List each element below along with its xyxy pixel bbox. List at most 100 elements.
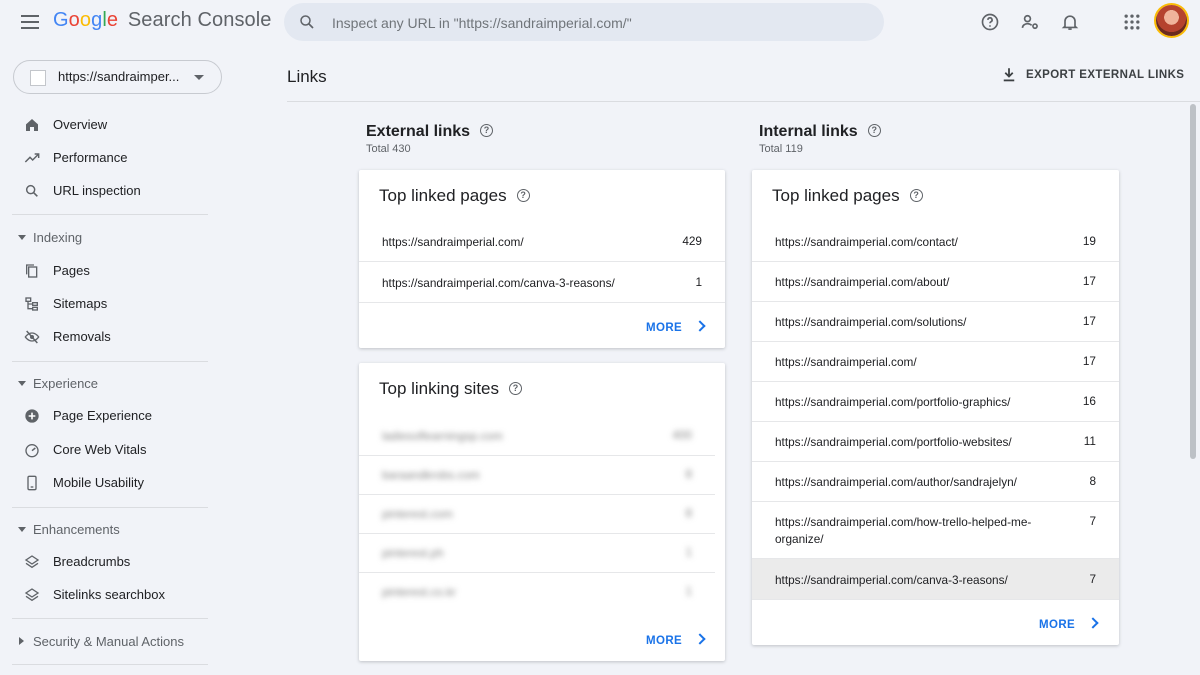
help-icon[interactable]: ?: [909, 189, 923, 203]
property-url: https://sandraimper...: [58, 69, 180, 84]
sidebar-section-experience[interactable]: Experience: [12, 372, 208, 396]
more-button[interactable]: MORE: [1039, 615, 1099, 633]
property-selector[interactable]: https://sandraimper...: [13, 60, 222, 94]
eye-off-icon: [24, 330, 40, 344]
sidebar-section-enhancements[interactable]: Enhancements: [12, 518, 208, 542]
table-row[interactable]: https://sandraimperial.com/how-trello-he…: [752, 501, 1119, 559]
sidebar-divider: [12, 507, 208, 508]
account-avatar[interactable]: [1156, 5, 1187, 36]
site-favicon: [30, 70, 46, 86]
expand-arrow-icon: [19, 637, 24, 645]
row-value: 17: [1082, 274, 1096, 288]
row-url: https://sandraimperial.com/portfolio-web…: [775, 435, 1012, 449]
table-row[interactable]: baraandkrobs.com 8: [359, 454, 715, 495]
apps-grid-icon[interactable]: [1122, 12, 1142, 32]
chevron-right-icon: [694, 320, 706, 332]
row-url: https://sandraimperial.com/: [382, 235, 524, 249]
row-value: 19: [1082, 234, 1096, 248]
row-value: 1: [685, 545, 692, 559]
table-row[interactable]: https://sandraimperial.com/ 429: [359, 221, 725, 262]
table-row[interactable]: https://sandraimperial.com/ 17: [752, 341, 1119, 382]
gauge-icon: [25, 444, 39, 458]
heading-text: Internal links: [759, 123, 858, 140]
internal-links-heading: Internal links?: [759, 123, 881, 141]
table-row[interactable]: pinterest.co.kr 1: [359, 571, 715, 611]
url-inspect-search[interactable]: [284, 3, 884, 43]
sidebar-item-core-web-vitals[interactable]: Core Web Vitals: [12, 435, 208, 465]
internal-links-total: Total 119: [759, 143, 803, 155]
help-icon[interactable]: ?: [867, 124, 881, 138]
help-icon[interactable]: [980, 12, 1000, 32]
sidebar-item-label: Sitemaps: [53, 296, 108, 311]
table-row[interactable]: https://sandraimperial.com/contact/ 19: [752, 221, 1119, 262]
sidebar-item-label: Performance: [53, 150, 128, 165]
sidebar-item-label: Breadcrumbs: [53, 554, 131, 569]
more-button[interactable]: MORE: [646, 318, 706, 336]
card-title-text: Top linked pages: [772, 186, 900, 205]
table-row[interactable]: https://sandraimperial.com/author/sandra…: [752, 461, 1119, 502]
card-title: Top linked pages?: [772, 186, 923, 206]
sitemap-icon: [25, 297, 38, 311]
sidebar-divider: [12, 618, 208, 619]
home-icon: [26, 119, 38, 131]
sidebar-item-label: Pages: [53, 263, 90, 278]
internal-top-linked-pages-card: Top linked pages? https://sandraimperial…: [752, 170, 1119, 645]
sidebar-item-label: Overview: [53, 117, 108, 132]
search-input[interactable]: [330, 3, 864, 43]
section-label: Security & Manual Actions: [33, 634, 185, 649]
heading-text: External links: [366, 123, 471, 140]
users-settings-icon[interactable]: [1020, 12, 1040, 32]
sidebar-item-mobile-usability[interactable]: Mobile Usability: [12, 468, 208, 498]
sidebar-section-indexing[interactable]: Indexing: [12, 226, 208, 250]
more-button[interactable]: MORE: [646, 631, 706, 649]
row-value: 17: [1082, 354, 1096, 368]
table-row[interactable]: https://sandraimperial.com/solutions/ 17: [752, 301, 1119, 342]
row-value: 8: [685, 467, 692, 481]
sidebar-item-removals[interactable]: Removals: [12, 322, 208, 352]
sidebar-item-breadcrumbs[interactable]: Breadcrumbs: [12, 547, 208, 577]
help-icon[interactable]: ?: [480, 124, 494, 138]
logo-letter: o: [68, 9, 80, 31]
external-links-heading: External links?: [366, 123, 494, 141]
sidebar-item-pages[interactable]: Pages: [12, 256, 208, 286]
table-row[interactable]: https://sandraimperial.com/about/ 17: [752, 261, 1119, 302]
help-icon[interactable]: ?: [516, 189, 530, 203]
logo-letter: g: [91, 9, 103, 31]
sidebar-item-sitemaps[interactable]: Sitemaps: [12, 289, 208, 319]
product-name: Search Console: [127, 9, 272, 31]
collapse-arrow-icon: [18, 527, 26, 532]
help-icon[interactable]: ?: [509, 382, 523, 396]
menu-icon[interactable]: [21, 15, 39, 29]
sidebar-item-sitelinks-searchbox[interactable]: Sitelinks searchbox: [12, 580, 208, 610]
row-url: pinterest.co.kr: [382, 585, 457, 599]
collapse-arrow-icon: [18, 235, 26, 240]
external-top-linked-pages-card: Top linked pages? https://sandraimperial…: [359, 170, 725, 348]
page-title: Links: [287, 67, 327, 86]
bell-icon[interactable]: [1060, 12, 1080, 32]
chevron-right-icon: [1087, 617, 1099, 629]
sidebar-section-security[interactable]: Security & Manual Actions: [12, 630, 208, 654]
table-row-hovered[interactable]: https://sandraimperial.com/canva-3-reaso…: [752, 559, 1119, 600]
table-row[interactable]: https://sandraimperial.com/portfolio-gra…: [752, 381, 1119, 422]
row-value: 400: [672, 428, 692, 442]
sidebar-item-url-inspection[interactable]: URL inspection: [12, 176, 208, 206]
table-row[interactable]: https://sandraimperial.com/canva-3-reaso…: [359, 262, 725, 303]
sidebar-item-page-experience[interactable]: Page Experience: [12, 401, 208, 431]
table-row[interactable]: ladiesoflearningsp.com 400: [359, 415, 715, 456]
more-label: MORE: [646, 635, 683, 647]
table-row[interactable]: pinterest.ph 1: [359, 532, 715, 573]
search-icon: [25, 184, 38, 197]
row-url: https://sandraimperial.com/solutions/: [775, 315, 967, 329]
row-url: https://sandraimperial.com/about/: [775, 275, 950, 289]
table-row[interactable]: https://sandraimperial.com/portfolio-web…: [752, 421, 1119, 462]
plus-circle-icon: [25, 409, 39, 423]
row-value: 429: [682, 234, 702, 248]
table-row[interactable]: pinterest.com 8: [359, 493, 715, 534]
app-logo[interactable]: Google Search Console: [53, 9, 272, 32]
sidebar-item-performance[interactable]: Performance: [12, 143, 208, 173]
sidebar-item-label: Core Web Vitals: [53, 442, 147, 457]
scrollbar[interactable]: [1190, 104, 1196, 459]
row-url: https://sandraimperial.com/canva-3-reaso…: [775, 573, 1008, 587]
sidebar-item-overview[interactable]: Overview: [12, 110, 208, 140]
sidebar-item-label: Page Experience: [53, 408, 153, 423]
